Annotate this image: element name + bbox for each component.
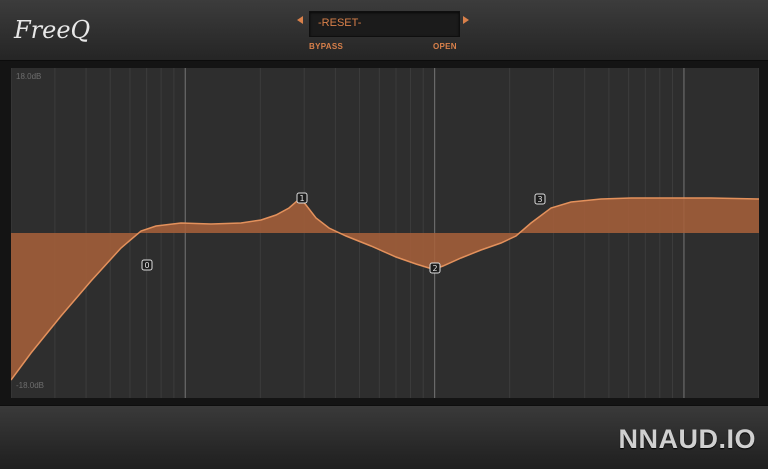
band-0-label: 0 (144, 261, 149, 270)
preset-selector[interactable]: -RESET- (309, 11, 460, 37)
band-3-handle[interactable]: 3 (534, 193, 546, 205)
open-button[interactable]: OPEN (433, 42, 457, 51)
freeq-logo: FreeQ (13, 16, 90, 44)
logo-text: FreeQ (13, 16, 90, 44)
band-2-handle[interactable]: 2 (429, 262, 441, 274)
band-0-handle[interactable]: 0 (141, 259, 153, 271)
freeq-plugin-window: FreeQ -RESET- BYPASS OPEN 0 1 2 3 18.0dB… (0, 0, 768, 469)
eq-graph[interactable]: 0 1 2 3 18.0dB -18.0dB (11, 68, 759, 398)
db-max-label: 18.0dB (16, 72, 42, 81)
bypass-button[interactable]: BYPASS (309, 42, 343, 51)
band-3-label: 3 (537, 195, 542, 204)
preset-name: -RESET- (318, 17, 362, 29)
next-preset-icon[interactable] (463, 16, 469, 24)
eq-graph-canvas: 0 1 2 3 (11, 68, 759, 398)
eq-response-fill (11, 198, 759, 380)
prev-preset-icon[interactable] (297, 16, 303, 24)
db-min-label: -18.0dB (16, 381, 45, 390)
band-1-handle[interactable]: 1 (296, 192, 308, 204)
band-2-label: 2 (432, 264, 437, 273)
brand-label: NNAUD.IO (618, 424, 756, 454)
footer-bar: NNAUD.IO (0, 405, 768, 469)
band-1-label: 1 (299, 194, 304, 203)
header-bar: FreeQ -RESET- BYPASS OPEN (0, 0, 768, 61)
